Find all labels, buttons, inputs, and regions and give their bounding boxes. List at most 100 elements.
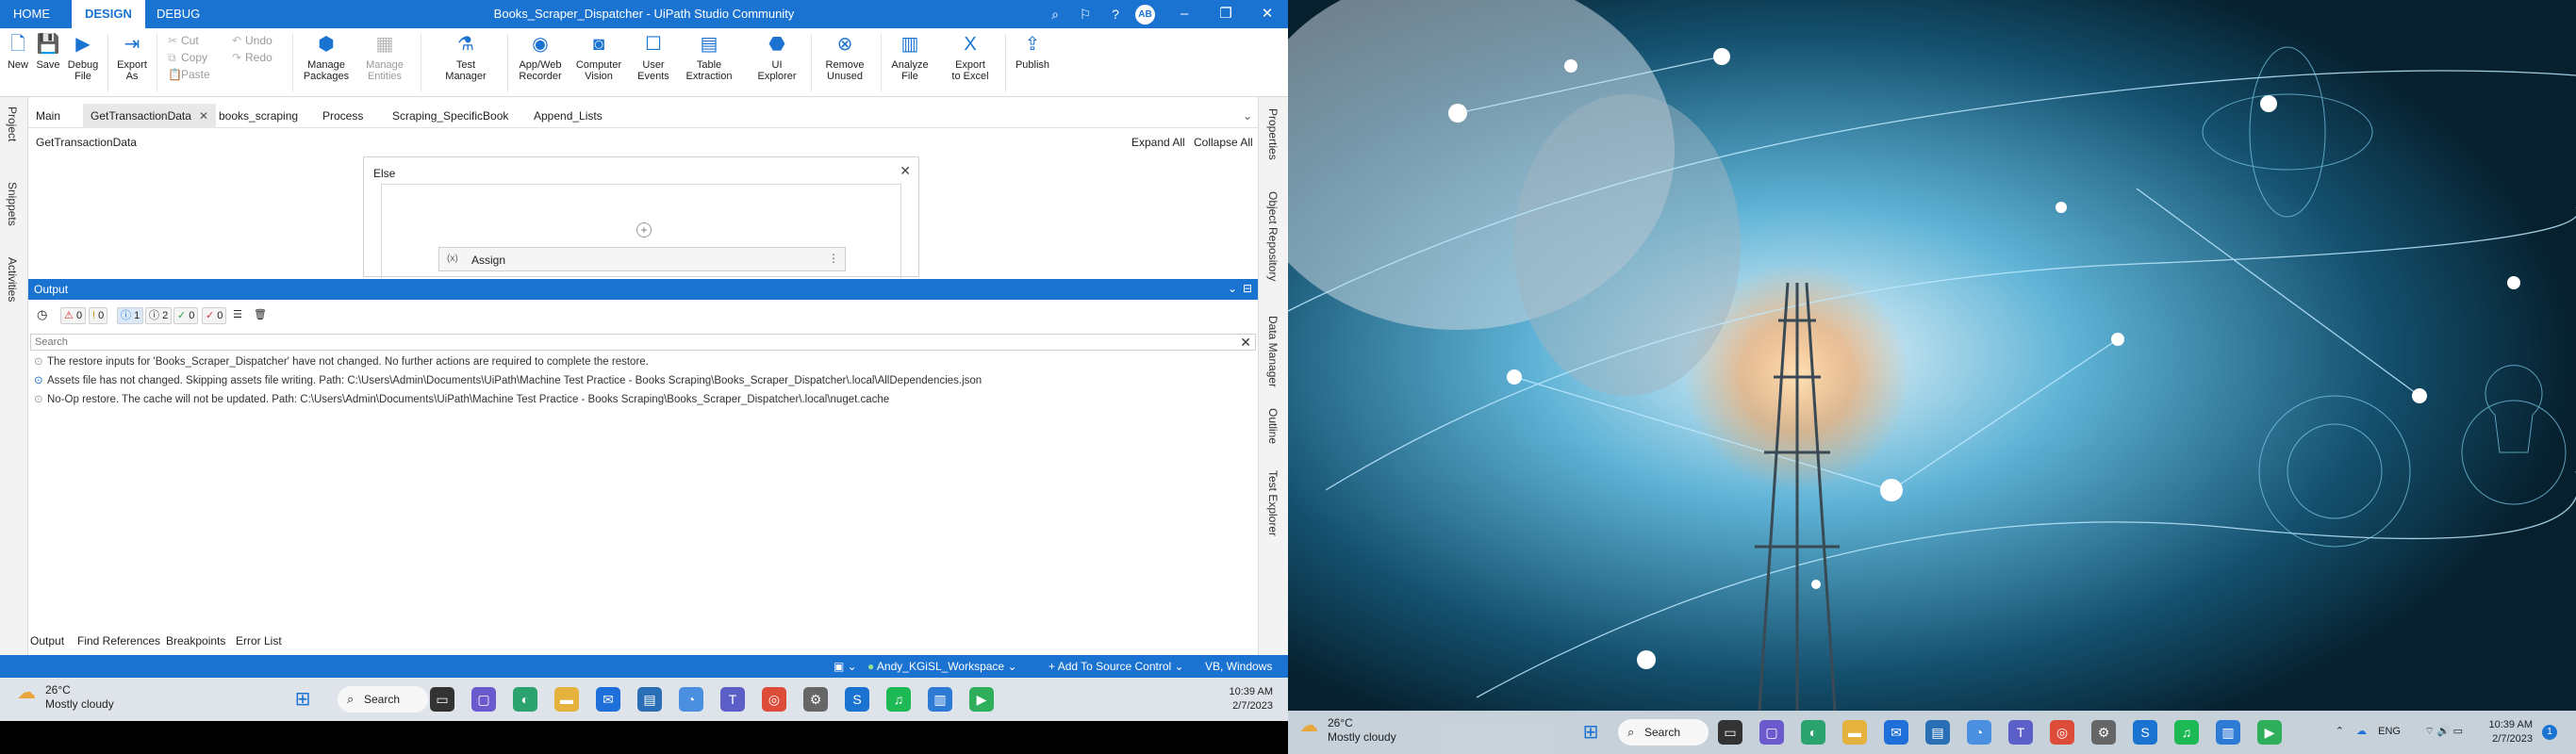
tray-chevron-icon[interactable]: ⌃ (2325, 725, 2344, 739)
weather-widget[interactable]: ☁ 26°C Mostly cloudy (17, 683, 114, 712)
uipath-assistant-icon[interactable]: ▶ (2257, 720, 2282, 745)
doc-tab-process[interactable]: Process (315, 104, 371, 128)
store-icon[interactable]: ▤ (637, 687, 662, 712)
data-manager-panel-tab[interactable]: Data Manager (1266, 316, 1280, 387)
failed-filter[interactable]: ✓ 0 (202, 307, 227, 324)
search-icon[interactable]: ⌕ (1045, 4, 1065, 25)
else-branch[interactable]: Else ✕ + (x) Assign ⋮ (363, 156, 919, 278)
store-icon[interactable]: ▤ (1925, 720, 1950, 745)
settings-icon[interactable]: ⚙ (803, 687, 828, 712)
user-events-button[interactable]: ☐ User Events (628, 32, 679, 82)
paste-button[interactable]: 📋Paste (168, 68, 210, 81)
tab-output[interactable]: Output (30, 634, 64, 647)
tab-home[interactable]: HOME (0, 0, 63, 28)
test-manager-button[interactable]: ⚗ Test Manager (430, 32, 502, 82)
close-button[interactable]: ✕ (1247, 0, 1288, 28)
clock-icon[interactable]: ◷ (34, 307, 50, 324)
save-button[interactable]: 💾 Save (34, 32, 62, 71)
manage-entities-button[interactable]: ▦ Manage Entities (358, 32, 411, 82)
teams-icon[interactable]: T (720, 687, 745, 712)
copy-button[interactable]: ⧉ Copy (168, 51, 207, 65)
more-options-icon[interactable]: ⋮ (828, 252, 839, 265)
taskbar-search[interactable]: ⌕ Search (1618, 719, 1709, 746)
doc-tab-scraping-specificbook[interactable]: Scraping_SpecificBook (385, 104, 516, 128)
windows-start-icon[interactable]: ⊞ (1578, 720, 1603, 745)
recorder-button[interactable]: ◉ App/Web Recorder (513, 32, 568, 82)
tab-breakpoints[interactable]: Breakpoints (166, 634, 225, 647)
news-icon[interactable]: ◔ (679, 687, 703, 712)
restore-button[interactable]: ❐ (1205, 0, 1247, 28)
add-activity-icon[interactable]: + (636, 222, 652, 238)
tab-design[interactable]: DESIGN (72, 0, 145, 28)
outline-panel-tab[interactable]: Outline (1266, 408, 1280, 444)
publish-button[interactable]: ⇪ Publish (1009, 32, 1056, 71)
clear-trash-icon[interactable]: 🗑 (251, 307, 270, 324)
table-extraction-button[interactable]: ▤ Table Extraction (679, 32, 739, 82)
export-as-button[interactable]: ⇥ Export As (113, 32, 151, 82)
taskbar-search[interactable]: ⌕ Search (338, 686, 428, 713)
info-filter[interactable]: ⓘ 1 (117, 307, 144, 324)
edge-icon[interactable]: ◐ (1801, 720, 1825, 745)
close-icon[interactable]: ✕ (900, 163, 911, 179)
list-filter-icon[interactable]: ☰ (230, 307, 245, 324)
file-explorer-icon[interactable]: ▬ (554, 687, 579, 712)
undo-button[interactable]: ↶ Undo (232, 34, 272, 47)
close-tab-icon[interactable]: ✕ (199, 109, 208, 123)
chrome-icon[interactable]: ◎ (2050, 720, 2074, 745)
uipath-studio-icon[interactable]: S (2133, 720, 2157, 745)
uipath-studio-icon[interactable]: S (845, 687, 869, 712)
help-icon[interactable]: ? (1105, 4, 1126, 25)
properties-panel-tab[interactable]: Properties (1266, 108, 1280, 160)
remove-unused-button[interactable]: ⊗ Remove Unused (815, 32, 875, 82)
doc-tab-append-lists[interactable]: Append_Lists (526, 104, 610, 128)
redo-button[interactable]: ↷ Redo (232, 51, 272, 64)
task-view-icon[interactable]: ▭ (430, 687, 454, 712)
language-indicator[interactable]: ENG (2372, 725, 2401, 739)
doc-tab-books-scraping[interactable]: books_scraping (211, 104, 305, 128)
doc-tab-main[interactable]: Main (28, 104, 68, 128)
tab-error-list[interactable]: Error List (236, 634, 282, 647)
notification-badge[interactable]: 1 (2542, 725, 2557, 740)
teams-icon[interactable]: T (2008, 720, 2033, 745)
windows-start-icon[interactable]: ⊞ (290, 687, 315, 712)
errors-filter[interactable]: ⚠ 0 (60, 307, 87, 324)
assign-activity[interactable]: (x) Assign ⋮ (438, 247, 846, 271)
spotify-icon[interactable]: ♫ (886, 687, 911, 712)
success-filter[interactable]: ✓ 0 (173, 307, 199, 324)
clear-search-icon[interactable]: ✕ (1240, 335, 1251, 350)
minimize-button[interactable]: – (1164, 0, 1205, 28)
test-explorer-panel-tab[interactable]: Test Explorer (1266, 470, 1280, 536)
taskbar-clock[interactable]: 10:39 AM 2/7/2023 (2476, 718, 2533, 746)
tabs-dropdown-icon[interactable]: ⌄ (1235, 104, 1260, 128)
notepad-icon[interactable]: ▥ (2216, 720, 2240, 745)
weather-widget[interactable]: ☁ 26°C Mostly cloudy (1299, 716, 1396, 745)
doc-tab-gettransactiondata[interactable]: GetTransactionData ✕ (83, 104, 217, 128)
collapse-all-link[interactable]: Collapse All (1194, 136, 1253, 149)
settings-icon[interactable]: ⚙ (2091, 720, 2116, 745)
verbose-filter[interactable]: ⓘ 2 (145, 307, 173, 324)
analyze-file-button[interactable]: ▥ Analyze File (883, 32, 937, 82)
pin-icon[interactable]: ⊟ (1243, 282, 1252, 295)
chat-icon[interactable]: ▢ (471, 687, 496, 712)
new-button[interactable]: 🗋 New (4, 32, 32, 71)
orchestrator-icon[interactable]: ▣ ⌄ (834, 660, 857, 673)
cut-button[interactable]: ✂ Cut (168, 34, 199, 47)
spotify-icon[interactable]: ♫ (2174, 720, 2199, 745)
tab-debug[interactable]: DEBUG (143, 0, 213, 28)
ui-explorer-button[interactable]: ⬣ UI Explorer (749, 32, 805, 82)
add-source-control-button[interactable]: + Add To Source Control ⌄ (1049, 660, 1184, 673)
object-repository-panel-tab[interactable]: Object Repository (1266, 191, 1280, 281)
snippets-panel-tab[interactable]: Snippets (6, 182, 19, 226)
search-input[interactable] (31, 335, 1229, 350)
expand-all-link[interactable]: Expand All (1131, 136, 1185, 149)
export-to-excel-button[interactable]: X Export to Excel (939, 32, 1001, 82)
news-icon[interactable]: ◔ (1967, 720, 1991, 745)
chrome-icon[interactable]: ◎ (762, 687, 786, 712)
warnings-filter[interactable]: ! 0 (89, 307, 108, 324)
avatar[interactable]: AB (1135, 5, 1155, 25)
manage-packages-button[interactable]: ⬢ Manage Packages (298, 32, 355, 82)
onedrive-icon[interactable]: ☁ (2348, 725, 2367, 739)
breadcrumb[interactable]: GetTransactionData (36, 136, 137, 149)
notepad-icon[interactable]: ▥ (928, 687, 952, 712)
debug-file-button[interactable]: ▶ Debug File (64, 32, 102, 82)
